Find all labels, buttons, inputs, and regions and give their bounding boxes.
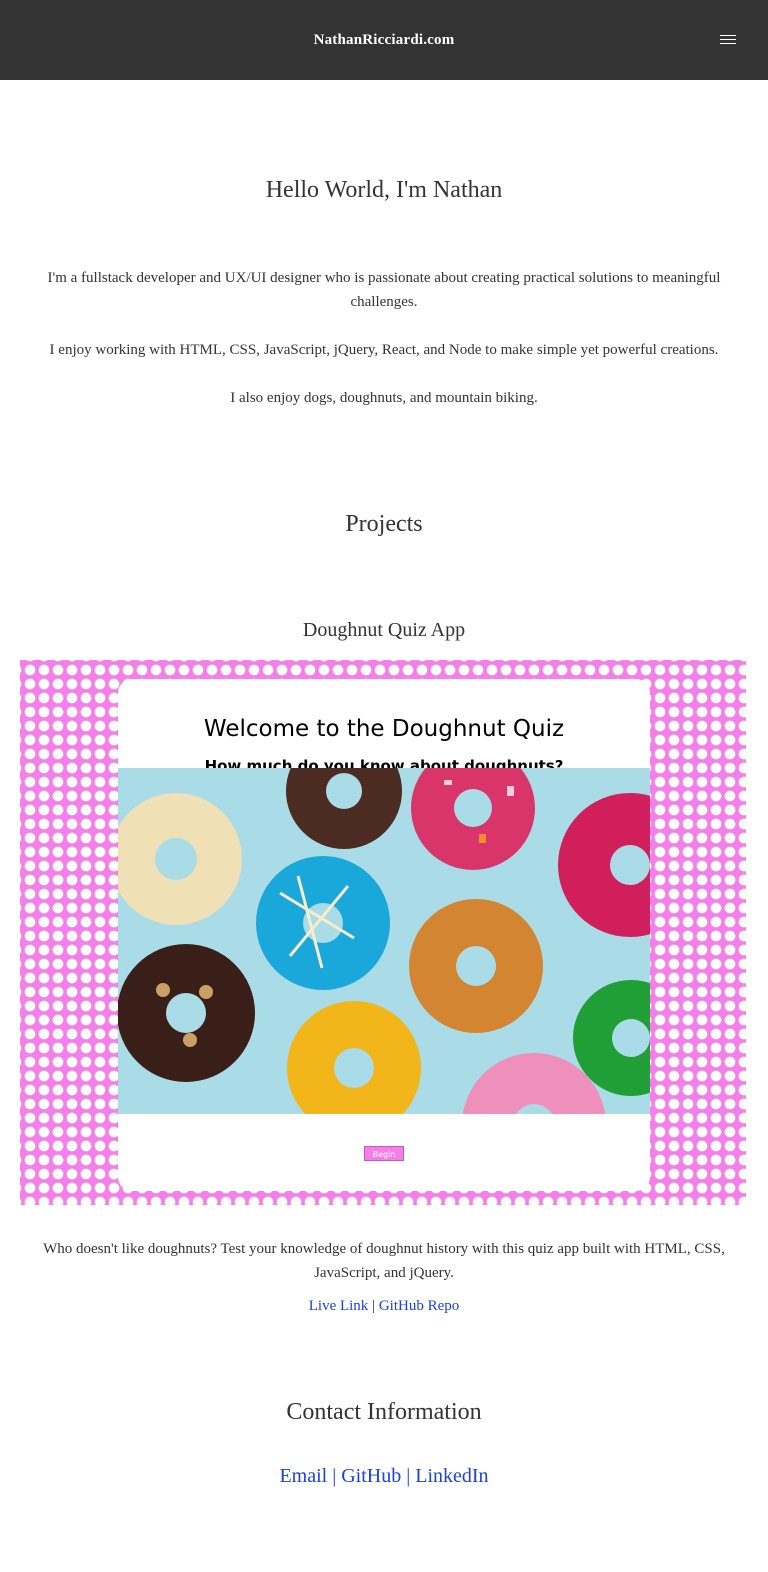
bio-paragraph-2: I enjoy working with HTML, CSS, JavaScri… [49, 342, 719, 358]
live-link[interactable]: Live Link [309, 1298, 369, 1314]
menu-line-middle [720, 39, 736, 40]
link-separator: | [372, 1298, 376, 1314]
hero-title: Hello World, I'm Nathan [265, 177, 503, 204]
contact-separator-1: | [332, 1465, 337, 1487]
menu-line-top [720, 35, 736, 36]
bio-section: I'm a fullstack developer and UX/UI desi… [40, 266, 728, 434]
menu-line-bottom [720, 43, 736, 44]
email-link[interactable]: Email [279, 1465, 327, 1487]
hamburger-menu-icon[interactable] [720, 35, 736, 46]
doughnuts-image [118, 768, 650, 1114]
quiz-card: Welcome to the Doughnut Quiz How much do… [118, 679, 650, 1191]
projects-title: Projects [345, 511, 423, 537]
bio-paragraph-1: I'm a fullstack developer and UX/UI desi… [47, 270, 721, 310]
linkedin-link[interactable]: LinkedIn [415, 1465, 488, 1487]
github-link[interactable]: GitHub [341, 1465, 401, 1487]
site-name[interactable]: NathanRicciardi.com [0, 30, 768, 50]
project-screenshot[interactable]: Welcome to the Doughnut Quiz How much do… [20, 660, 746, 1205]
doughnut-orange-sprinkles [409, 899, 543, 1033]
contact-links: Email | GitHub | LinkedIn [0, 1463, 768, 1489]
contact-title: Contact Information [286, 1399, 482, 1425]
begin-button[interactable]: Begin [364, 1146, 404, 1161]
project-description: Who doesn't like doughnuts? Test your kn… [43, 1241, 725, 1281]
contact-separator-2: | [406, 1465, 411, 1487]
doughnut-chocolate-bottom [118, 944, 255, 1082]
site-header: NathanRicciardi.com [0, 0, 768, 80]
project-title: Doughnut Quiz App [302, 619, 466, 641]
doughnut-blue [256, 856, 390, 990]
project-links: Live Link | GitHub Repo [0, 1296, 768, 1316]
quiz-title: Welcome to the Doughnut Quiz [203, 716, 565, 742]
bio-paragraph-3: I also enjoy dogs, doughnuts, and mounta… [230, 390, 538, 406]
github-repo-link[interactable]: GitHub Repo [379, 1298, 459, 1314]
